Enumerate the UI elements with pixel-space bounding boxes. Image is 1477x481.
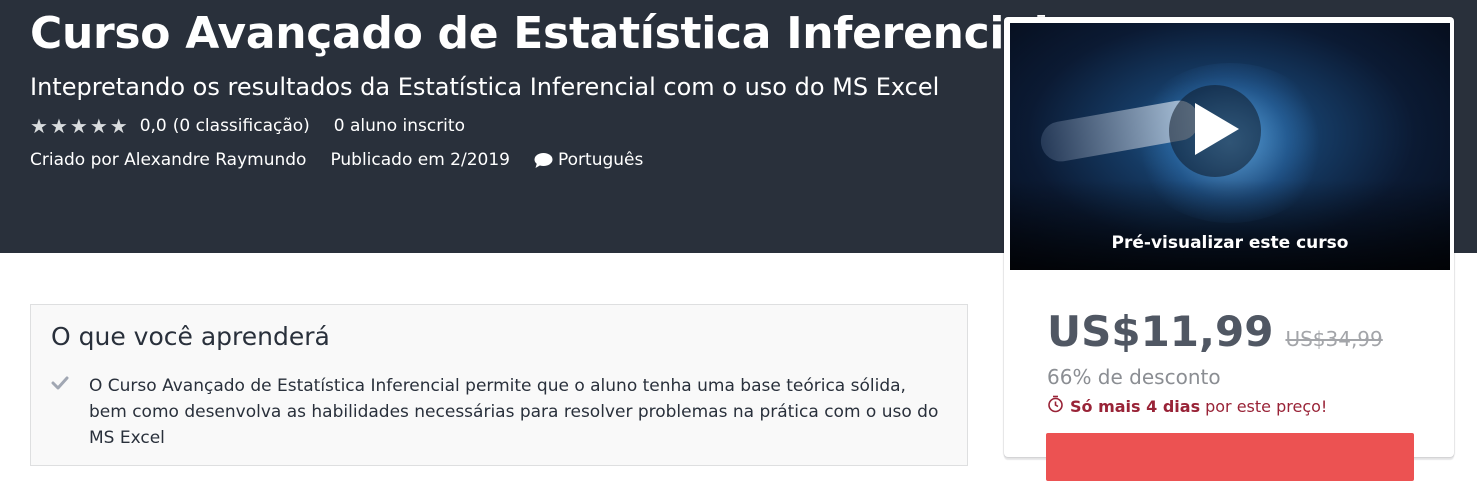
published-date: Publicado em 2/2019 [330, 150, 510, 170]
course-preview[interactable]: Pré-visualizar este curso [1010, 23, 1450, 270]
star-icon: ★ [89, 114, 108, 138]
rating-stars: ★ ★ ★ ★ ★ [30, 116, 128, 136]
star-icon: ★ [49, 114, 68, 138]
check-icon [51, 375, 69, 394]
star-icon: ★ [109, 114, 128, 138]
chat-bubble-icon [534, 152, 553, 169]
created-by[interactable]: Criado por Alexandre Raymundo [30, 150, 306, 170]
preview-label: Pré-visualizar este curso [1111, 233, 1349, 253]
play-button[interactable] [1169, 85, 1261, 177]
price-row: US$11,99 US$34,99 [1047, 307, 1383, 356]
what-you-will-learn: O que você aprenderá O Curso Avançado de… [30, 304, 968, 466]
preview-image-shade [1010, 180, 1450, 270]
buy-button[interactable] [1046, 433, 1414, 481]
purchase-card: Pré-visualizar este curso US$11,99 US$34… [1004, 17, 1454, 481]
star-icon: ★ [30, 114, 48, 138]
discount-text: 66% de desconto [1047, 365, 1221, 389]
star-icon: ★ [69, 114, 88, 138]
students-count: 0 aluno inscrito [333, 116, 465, 136]
course-language: Português [558, 150, 644, 170]
deadline-rest: por este preço! [1205, 396, 1328, 416]
rating-row: ★ ★ ★ ★ ★ 0,0 (0 classificação) 0 aluno … [30, 114, 465, 138]
learn-heading: O que você aprenderá [51, 322, 330, 351]
play-icon [1189, 100, 1241, 162]
deadline-notice: Só mais 4 dias por este preço! [1047, 395, 1327, 417]
learn-item-text: O Curso Avançado de Estatística Inferenc… [89, 376, 939, 448]
rating-value[interactable]: 0,0 [140, 116, 167, 136]
course-title: Curso Avançado de Estatística Inferencia… [30, 8, 1049, 59]
course-subtitle: Intepretando os resultados da Estatístic… [30, 73, 940, 101]
alarm-clock-icon [1047, 395, 1064, 417]
course-meta-row: Criado por Alexandre Raymundo Publicado … [30, 148, 643, 172]
original-price: US$34,99 [1285, 327, 1383, 351]
deadline-days: Só mais 4 dias [1070, 396, 1201, 416]
current-price: US$11,99 [1047, 307, 1274, 356]
rating-count[interactable]: (0 classificação) [173, 116, 310, 136]
